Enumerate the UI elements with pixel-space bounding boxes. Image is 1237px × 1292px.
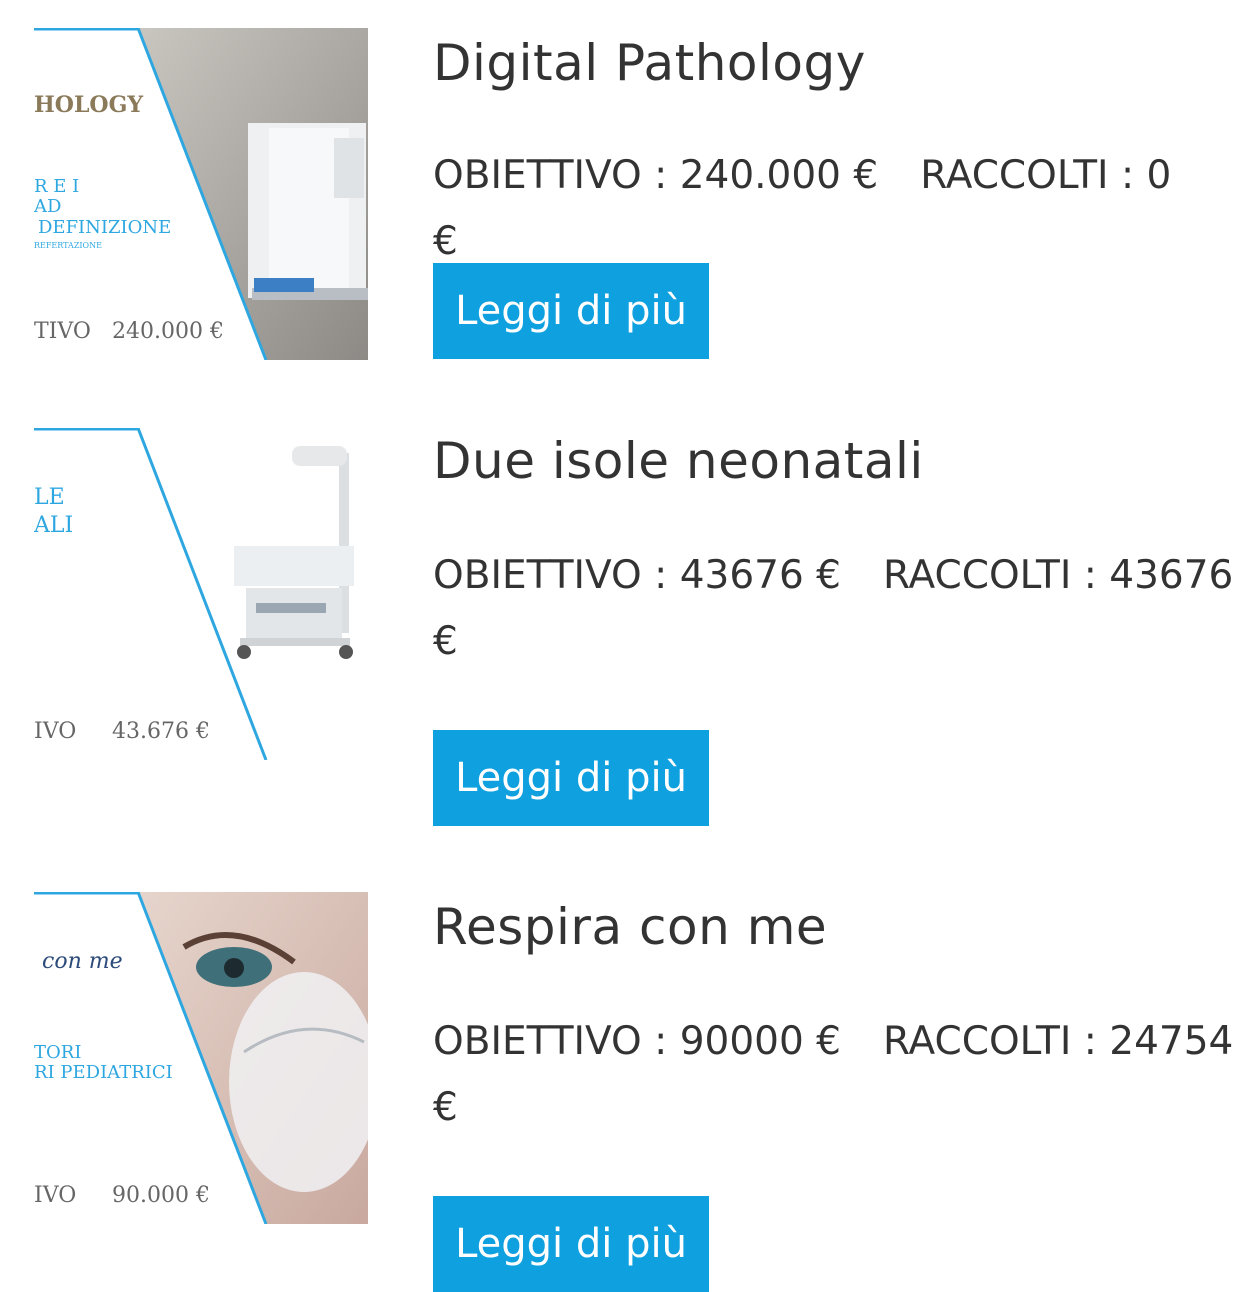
goal-value: 90000 € bbox=[679, 1019, 841, 1064]
image-line: LE bbox=[34, 485, 65, 510]
raised-label: RACCOLTI bbox=[882, 553, 1072, 598]
goal: OBIETTIVO : 90000 € bbox=[433, 1019, 841, 1064]
image-footer-value: 43.676 € bbox=[112, 719, 210, 744]
project-meta: OBIETTIVO : 240.000 € RACCOLTI : 0 € bbox=[433, 143, 1237, 275]
image-line: ALI bbox=[34, 513, 73, 538]
image-line: RI PEDIATRICI bbox=[34, 1062, 173, 1083]
goal-value: 240.000 € bbox=[679, 153, 879, 198]
goal-value: 43676 € bbox=[679, 553, 841, 598]
project-card: con me TORI RI PEDIATRICI IVO 90.000 € R… bbox=[0, 892, 1237, 1292]
goal: OBIETTIVO : 240.000 € bbox=[433, 153, 879, 198]
goal: OBIETTIVO : 43676 € bbox=[433, 553, 841, 598]
read-more-button[interactable]: Leggi di più bbox=[433, 1196, 709, 1292]
goal-label: OBIETTIVO bbox=[433, 1019, 642, 1064]
goal-label: OBIETTIVO bbox=[433, 553, 642, 598]
project-title[interactable]: Digital Pathology bbox=[433, 34, 866, 92]
image-line: R E I bbox=[34, 176, 79, 197]
image-heading: con me bbox=[42, 949, 123, 974]
read-more-button[interactable]: Leggi di più bbox=[433, 263, 709, 359]
raised-label: RACCOLTI bbox=[920, 153, 1109, 198]
project-meta: OBIETTIVO : 43676 € RACCOLTI : 43676 € bbox=[433, 543, 1237, 675]
image-footer-value: 240.000 € bbox=[112, 319, 224, 344]
project-title[interactable]: Due isole neonatali bbox=[433, 432, 924, 490]
image-footer-label: IVO bbox=[34, 1183, 76, 1208]
image-footer-value: 90.000 € bbox=[112, 1183, 210, 1208]
project-image[interactable]: con me TORI RI PEDIATRICI IVO 90.000 € bbox=[34, 892, 368, 1224]
project-card: HOLOGY R E I AD DEFINIZIONE REFERTAZIONE… bbox=[0, 28, 1237, 368]
image-line: AD bbox=[34, 196, 61, 217]
read-more-button[interactable]: Leggi di più bbox=[433, 730, 709, 826]
image-line: DEFINIZIONE bbox=[38, 217, 171, 238]
project-image[interactable]: HOLOGY R E I AD DEFINIZIONE REFERTAZIONE… bbox=[34, 28, 368, 360]
project-image[interactable]: LE ALI IVO 43.676 € bbox=[34, 428, 368, 760]
goal-label: OBIETTIVO bbox=[433, 153, 642, 198]
image-line: TORI bbox=[34, 1042, 81, 1063]
image-footer-label: IVO bbox=[34, 719, 76, 744]
image-heading: HOLOGY bbox=[34, 92, 143, 118]
project-card: LE ALI IVO 43.676 € Due isole neonatali … bbox=[0, 428, 1237, 828]
image-line: REFERTAZIONE bbox=[34, 241, 102, 250]
image-footer-label: TIVO bbox=[34, 319, 91, 344]
project-meta: OBIETTIVO : 90000 € RACCOLTI : 24754 € bbox=[433, 1009, 1237, 1141]
raised-label: RACCOLTI bbox=[882, 1019, 1072, 1064]
project-title[interactable]: Respira con me bbox=[433, 898, 827, 956]
